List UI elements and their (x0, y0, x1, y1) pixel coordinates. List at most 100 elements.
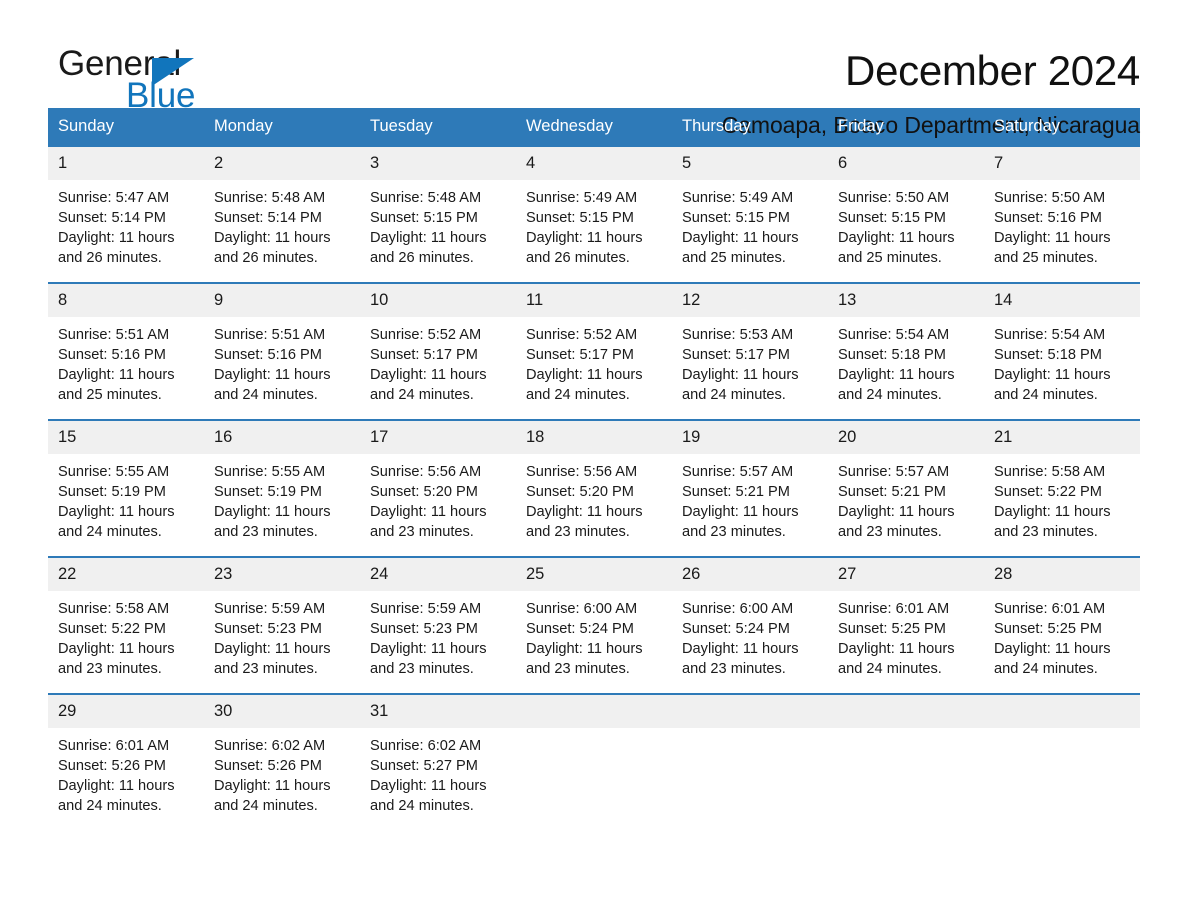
day-number[interactable]: 15 (48, 421, 204, 454)
day-cell[interactable]: Sunrise: 6:01 AM Sunset: 5:26 PM Dayligh… (48, 728, 204, 830)
daylight-text-line2: and 23 minutes. (838, 524, 942, 541)
day-cell[interactable]: Sunrise: 5:52 AM Sunset: 5:17 PM Dayligh… (360, 317, 516, 419)
day-cell[interactable]: Sunrise: 5:50 AM Sunset: 5:16 PM Dayligh… (984, 180, 1140, 282)
daylight-text-line2: and 24 minutes. (682, 387, 786, 404)
day-number[interactable]: 12 (672, 284, 828, 317)
day-number[interactable]: 30 (204, 695, 360, 728)
daylight-text-line1: Daylight: 11 hours (838, 641, 955, 658)
sunset-text: Sunset: 5:23 PM (370, 621, 478, 638)
day-cell[interactable]: Sunrise: 6:00 AM Sunset: 5:24 PM Dayligh… (516, 591, 672, 693)
day-number[interactable]: 2 (204, 147, 360, 180)
day-number[interactable]: 8 (48, 284, 204, 317)
day-cell[interactable]: Sunrise: 5:50 AM Sunset: 5:15 PM Dayligh… (828, 180, 984, 282)
sunset-text: Sunset: 5:15 PM (838, 210, 946, 227)
day-cell[interactable]: Sunrise: 5:51 AM Sunset: 5:16 PM Dayligh… (48, 317, 204, 419)
daylight-text-line1: Daylight: 11 hours (838, 367, 955, 384)
day-cell[interactable]: Sunrise: 5:56 AM Sunset: 5:20 PM Dayligh… (360, 454, 516, 556)
day-cell[interactable]: Sunrise: 6:02 AM Sunset: 5:26 PM Dayligh… (204, 728, 360, 830)
day-number[interactable]: 17 (360, 421, 516, 454)
day-number[interactable]: 16 (204, 421, 360, 454)
day-cell[interactable]: Sunrise: 5:49 AM Sunset: 5:15 PM Dayligh… (672, 180, 828, 282)
day-number[interactable]: 14 (984, 284, 1140, 317)
day-number[interactable]: 6 (828, 147, 984, 180)
day-number[interactable]: 4 (516, 147, 672, 180)
day-number[interactable]: 28 (984, 558, 1140, 591)
sunrise-text: Sunrise: 5:51 AM (58, 327, 170, 343)
week-detail-row: Sunrise: 5:58 AM Sunset: 5:22 PM Dayligh… (48, 591, 1140, 693)
day-number[interactable]: 27 (828, 558, 984, 591)
day-cell[interactable]: Sunrise: 6:02 AM Sunset: 5:27 PM Dayligh… (360, 728, 516, 830)
day-cell[interactable]: Sunrise: 5:55 AM Sunset: 5:19 PM Dayligh… (204, 454, 360, 556)
day-cell[interactable]: Sunrise: 5:57 AM Sunset: 5:21 PM Dayligh… (672, 454, 828, 556)
week-date-band: 8 9 10 11 12 13 14 (48, 284, 1140, 317)
day-number[interactable]: 3 (360, 147, 516, 180)
day-cell-empty (516, 728, 672, 830)
daylight-text-line1: Daylight: 11 hours (214, 641, 331, 658)
sunrise-text: Sunrise: 5:54 AM (994, 327, 1106, 343)
sunrise-text: Sunrise: 5:54 AM (838, 327, 950, 343)
day-cell[interactable]: Sunrise: 6:00 AM Sunset: 5:24 PM Dayligh… (672, 591, 828, 693)
day-cell[interactable]: Sunrise: 5:58 AM Sunset: 5:22 PM Dayligh… (984, 454, 1140, 556)
day-cell[interactable]: Sunrise: 5:49 AM Sunset: 5:15 PM Dayligh… (516, 180, 672, 282)
daylight-text-line2: and 23 minutes. (526, 661, 630, 678)
daylight-text-line2: and 23 minutes. (214, 524, 318, 541)
day-cell[interactable]: Sunrise: 5:55 AM Sunset: 5:19 PM Dayligh… (48, 454, 204, 556)
day-number[interactable]: 10 (360, 284, 516, 317)
day-number[interactable]: 11 (516, 284, 672, 317)
weekday-friday: Friday (838, 117, 884, 135)
day-cell[interactable]: Sunrise: 6:01 AM Sunset: 5:25 PM Dayligh… (984, 591, 1140, 693)
day-cell[interactable]: Sunrise: 5:54 AM Sunset: 5:18 PM Dayligh… (828, 317, 984, 419)
daylight-text-line1: Daylight: 11 hours (526, 641, 643, 658)
calendar-grid: Sunday Monday Tuesday Wednesday Thursday… (48, 108, 1140, 830)
sunrise-text: Sunrise: 5:55 AM (58, 464, 170, 480)
sunset-text: Sunset: 5:23 PM (214, 621, 322, 638)
day-cell[interactable]: Sunrise: 5:54 AM Sunset: 5:18 PM Dayligh… (984, 317, 1140, 419)
day-number[interactable]: 29 (48, 695, 204, 728)
day-cell[interactable]: Sunrise: 5:51 AM Sunset: 5:16 PM Dayligh… (204, 317, 360, 419)
day-cell[interactable]: Sunrise: 5:48 AM Sunset: 5:14 PM Dayligh… (204, 180, 360, 282)
day-cell[interactable]: Sunrise: 5:58 AM Sunset: 5:22 PM Dayligh… (48, 591, 204, 693)
sunset-text: Sunset: 5:17 PM (682, 347, 790, 364)
day-number[interactable]: 22 (48, 558, 204, 591)
sunset-text: Sunset: 5:16 PM (214, 347, 322, 364)
day-number[interactable]: 7 (984, 147, 1140, 180)
day-number[interactable]: 23 (204, 558, 360, 591)
day-number[interactable]: 9 (204, 284, 360, 317)
day-number[interactable]: 24 (360, 558, 516, 591)
day-number[interactable]: 13 (828, 284, 984, 317)
day-number[interactable]: 1 (48, 147, 204, 180)
daylight-text-line2: and 26 minutes. (214, 250, 318, 267)
daylight-text-line2: and 26 minutes. (58, 250, 162, 267)
day-cell[interactable]: Sunrise: 5:53 AM Sunset: 5:17 PM Dayligh… (672, 317, 828, 419)
day-cell[interactable]: Sunrise: 5:59 AM Sunset: 5:23 PM Dayligh… (204, 591, 360, 693)
day-cell[interactable]: Sunrise: 5:47 AM Sunset: 5:14 PM Dayligh… (48, 180, 204, 282)
daylight-text-line2: and 23 minutes. (682, 524, 786, 541)
day-number-empty (672, 695, 828, 728)
day-number[interactable]: 21 (984, 421, 1140, 454)
sunrise-text: Sunrise: 5:50 AM (994, 190, 1106, 206)
daylight-text-line2: and 24 minutes. (994, 387, 1098, 404)
sunrise-text: Sunrise: 6:00 AM (526, 601, 638, 617)
day-number[interactable]: 5 (672, 147, 828, 180)
day-cell[interactable]: Sunrise: 5:56 AM Sunset: 5:20 PM Dayligh… (516, 454, 672, 556)
day-number[interactable]: 31 (360, 695, 516, 728)
day-number[interactable]: 20 (828, 421, 984, 454)
day-cell[interactable]: Sunrise: 5:52 AM Sunset: 5:17 PM Dayligh… (516, 317, 672, 419)
day-number[interactable]: 19 (672, 421, 828, 454)
sunrise-text: Sunrise: 5:55 AM (214, 464, 326, 480)
day-cell[interactable]: Sunrise: 6:01 AM Sunset: 5:25 PM Dayligh… (828, 591, 984, 693)
daylight-text-line2: and 23 minutes. (526, 524, 630, 541)
day-number-empty (984, 695, 1140, 728)
day-cell[interactable]: Sunrise: 5:48 AM Sunset: 5:15 PM Dayligh… (360, 180, 516, 282)
day-number[interactable]: 18 (516, 421, 672, 454)
day-number[interactable]: 25 (516, 558, 672, 591)
day-cell[interactable]: Sunrise: 5:57 AM Sunset: 5:21 PM Dayligh… (828, 454, 984, 556)
day-cell[interactable]: Sunrise: 5:59 AM Sunset: 5:23 PM Dayligh… (360, 591, 516, 693)
sunset-text: Sunset: 5:21 PM (838, 484, 946, 501)
week-date-band: 15 16 17 18 19 20 21 (48, 421, 1140, 454)
day-number[interactable]: 26 (672, 558, 828, 591)
weekday-tuesday: Tuesday (370, 117, 433, 135)
week-detail-row: Sunrise: 5:55 AM Sunset: 5:19 PM Dayligh… (48, 454, 1140, 556)
sunrise-text: Sunrise: 6:01 AM (994, 601, 1106, 617)
page-title: December 2024 (845, 47, 1140, 94)
